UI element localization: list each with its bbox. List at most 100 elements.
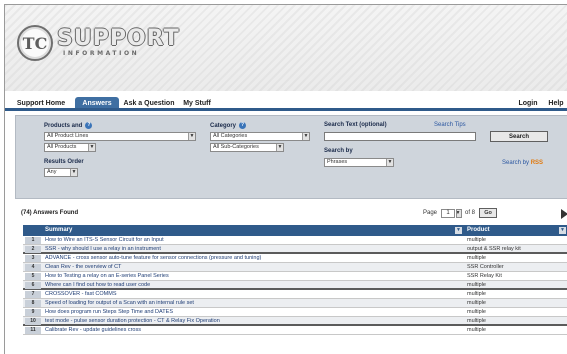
subcategory-value: All Sub-Categories — [213, 144, 259, 150]
row-number: 5 — [25, 273, 41, 280]
logo-title: SUPPORT — [57, 26, 180, 51]
answer-product: output & SSR relay kit — [467, 246, 521, 252]
table-row[interactable]: 6 Where can I find out how to read user c… — [23, 281, 567, 290]
sort-icon[interactable]: ▼ — [455, 227, 462, 234]
answer-title-link[interactable]: Clean Rev - the overview of CT — [45, 264, 121, 270]
answer-product: multiple — [467, 282, 486, 288]
answer-title-link[interactable]: Calibrate Rev - update guidelines cross — [45, 327, 141, 333]
search-by-value: Phrases — [327, 159, 348, 165]
answers-table: Summary ▼ Product ▼ 1 How to Wire an ITS-… — [23, 225, 567, 335]
table-row[interactable]: 3 ADVANCE - cross sensor auto-tune featur… — [23, 254, 567, 263]
answer-product: multiple — [467, 309, 486, 315]
table-row[interactable]: 1 How to Wire an ITS-S Sensor Circuit for… — [23, 236, 567, 245]
page-label: Page — [423, 210, 438, 216]
search-text-label: Search Text (optional) — [324, 122, 387, 128]
table-row[interactable]: 4 Clean Rev - the overview of CT SSR Contr… — [23, 263, 567, 272]
help-icon[interactable]: ? — [85, 122, 93, 129]
category-value: All Categories — [213, 133, 248, 139]
table-row[interactable]: 5 How to Testing a relay on an E-series P… — [23, 272, 567, 281]
chevron-down-icon: ▼ — [88, 144, 95, 151]
product-value: All Products — [47, 144, 77, 150]
table-row[interactable]: 8 Speed of loading for output of a Scan w… — [23, 299, 567, 308]
answer-title-link[interactable]: test mode - pulse sensor duration protec… — [45, 318, 220, 324]
results-order-label: Results Order — [44, 159, 84, 165]
answer-title-link[interactable]: How does program run Steps Step Time and… — [45, 309, 173, 315]
page-input[interactable]: 1 — [441, 208, 456, 218]
product-line-value: All Product Lines — [47, 133, 89, 139]
row-number: 10 — [25, 318, 41, 325]
row-number: 3 — [25, 255, 41, 262]
search-by-label: Search by — [324, 148, 353, 154]
answer-title-link[interactable]: Speed of loading for output of a Scan wi… — [45, 300, 194, 306]
table-row[interactable]: 11 Calibrate Rev - update guidelines cros… — [23, 326, 567, 335]
search-tips-link[interactable]: Search Tips — [434, 122, 466, 128]
go-button[interactable]: Go — [479, 208, 498, 218]
logo-text: SUPPORT INFORMATION — [57, 28, 180, 58]
row-number: 4 — [25, 264, 41, 271]
row-number: 9 — [25, 309, 41, 316]
answer-product: multiple — [467, 300, 486, 306]
product-line-select[interactable]: All Product Lines ▼ — [44, 132, 196, 141]
nav-underline — [5, 108, 567, 111]
row-number: 2 — [25, 246, 41, 253]
answer-product: multiple — [467, 327, 486, 333]
results-order-value: Any — [47, 169, 57, 175]
pagination: Page 1 ▼ of 8 Go — [423, 208, 498, 218]
summary-column-header[interactable]: Summary — [45, 227, 72, 233]
category-select[interactable]: All Categories ▼ — [210, 132, 310, 141]
answer-product: multiple — [467, 318, 486, 324]
chevron-down-icon: ▼ — [456, 209, 462, 217]
row-number: 8 — [25, 300, 41, 307]
results-count: (74) Answers Found — [21, 210, 79, 216]
chevron-down-icon: ▼ — [70, 169, 77, 176]
answer-title-link[interactable]: CROSSOVER - fast COMMS — [45, 291, 117, 297]
category-label: Category? — [210, 122, 247, 130]
answer-title-link[interactable]: SSR - why should I use a relay in an ins… — [45, 246, 161, 252]
answer-title-link[interactable]: Where can I find out how to read user co… — [45, 282, 150, 288]
search-by-select[interactable]: Phrases ▼ — [324, 158, 394, 167]
row-number: 7 — [25, 291, 41, 298]
answer-title-link[interactable]: ADVANCE - cross sensor auto-tune feature… — [45, 255, 261, 261]
table-header: Summary ▼ Product ▼ — [23, 225, 567, 236]
table-row[interactable]: 9 How does program run Steps Step Time an… — [23, 308, 567, 317]
next-page-icon[interactable] — [561, 209, 567, 219]
row-number: 1 — [25, 237, 41, 244]
subcategory-select[interactable]: All Sub-Categories ▼ — [210, 143, 284, 152]
category-label-text: Category — [210, 123, 237, 130]
table-row[interactable]: 2 SSR - why should I use a relay in an in… — [23, 245, 567, 254]
page-select[interactable]: ▼ — [456, 208, 463, 218]
product-select[interactable]: All Products ▼ — [44, 143, 96, 152]
rss-icon: RSS — [530, 160, 544, 166]
chevron-down-icon: ▼ — [276, 144, 283, 151]
row-number: 6 — [25, 282, 41, 289]
logo-emblem: TC — [17, 25, 53, 61]
table-body: 1 How to Wire an ITS-S Sensor Circuit for… — [23, 236, 567, 335]
chevron-down-icon: ▼ — [386, 159, 393, 166]
answer-product: SSR Relay Kit — [467, 273, 502, 279]
app-window: TC SUPPORT INFORMATION Support Home Answ… — [4, 4, 567, 354]
sort-icon[interactable]: ▼ — [559, 227, 566, 234]
answer-product: multiple — [467, 255, 486, 261]
results-order-select[interactable]: Any ▼ — [44, 168, 78, 177]
answer-title-link[interactable]: How to Wire an ITS-S Sensor Circuit for … — [45, 237, 164, 243]
chevron-down-icon: ▼ — [188, 133, 195, 140]
rss-link-text: Search by — [502, 160, 530, 166]
answer-product: SSR Controller — [467, 264, 504, 270]
logo-subtitle: INFORMATION — [63, 50, 140, 57]
search-button[interactable]: Search — [490, 131, 548, 142]
brand-logo[interactable]: TC SUPPORT INFORMATION — [17, 25, 180, 61]
table-row[interactable]: 7 CROSSOVER - fast COMMS multiple — [23, 290, 567, 299]
header-banner: TC SUPPORT INFORMATION — [5, 5, 567, 91]
answer-product: multiple — [467, 237, 486, 243]
help-icon[interactable]: ? — [239, 122, 247, 129]
row-number: 11 — [25, 327, 41, 334]
chevron-down-icon: ▼ — [302, 133, 309, 140]
products-label: Products and? — [44, 122, 93, 129]
product-column-header[interactable]: Product — [467, 227, 490, 233]
rss-feed-link[interactable]: Search by RSS — [502, 160, 543, 166]
answer-title-link[interactable]: How to Testing a relay on an E-series Pa… — [45, 273, 169, 279]
search-panel: Products and? All Product Lines ▼ All Pro… — [15, 115, 567, 199]
table-row[interactable]: 10 test mode - pulse sensor duration prot… — [23, 317, 567, 326]
answer-product: multiple — [467, 291, 486, 297]
search-text-input[interactable] — [324, 132, 476, 141]
